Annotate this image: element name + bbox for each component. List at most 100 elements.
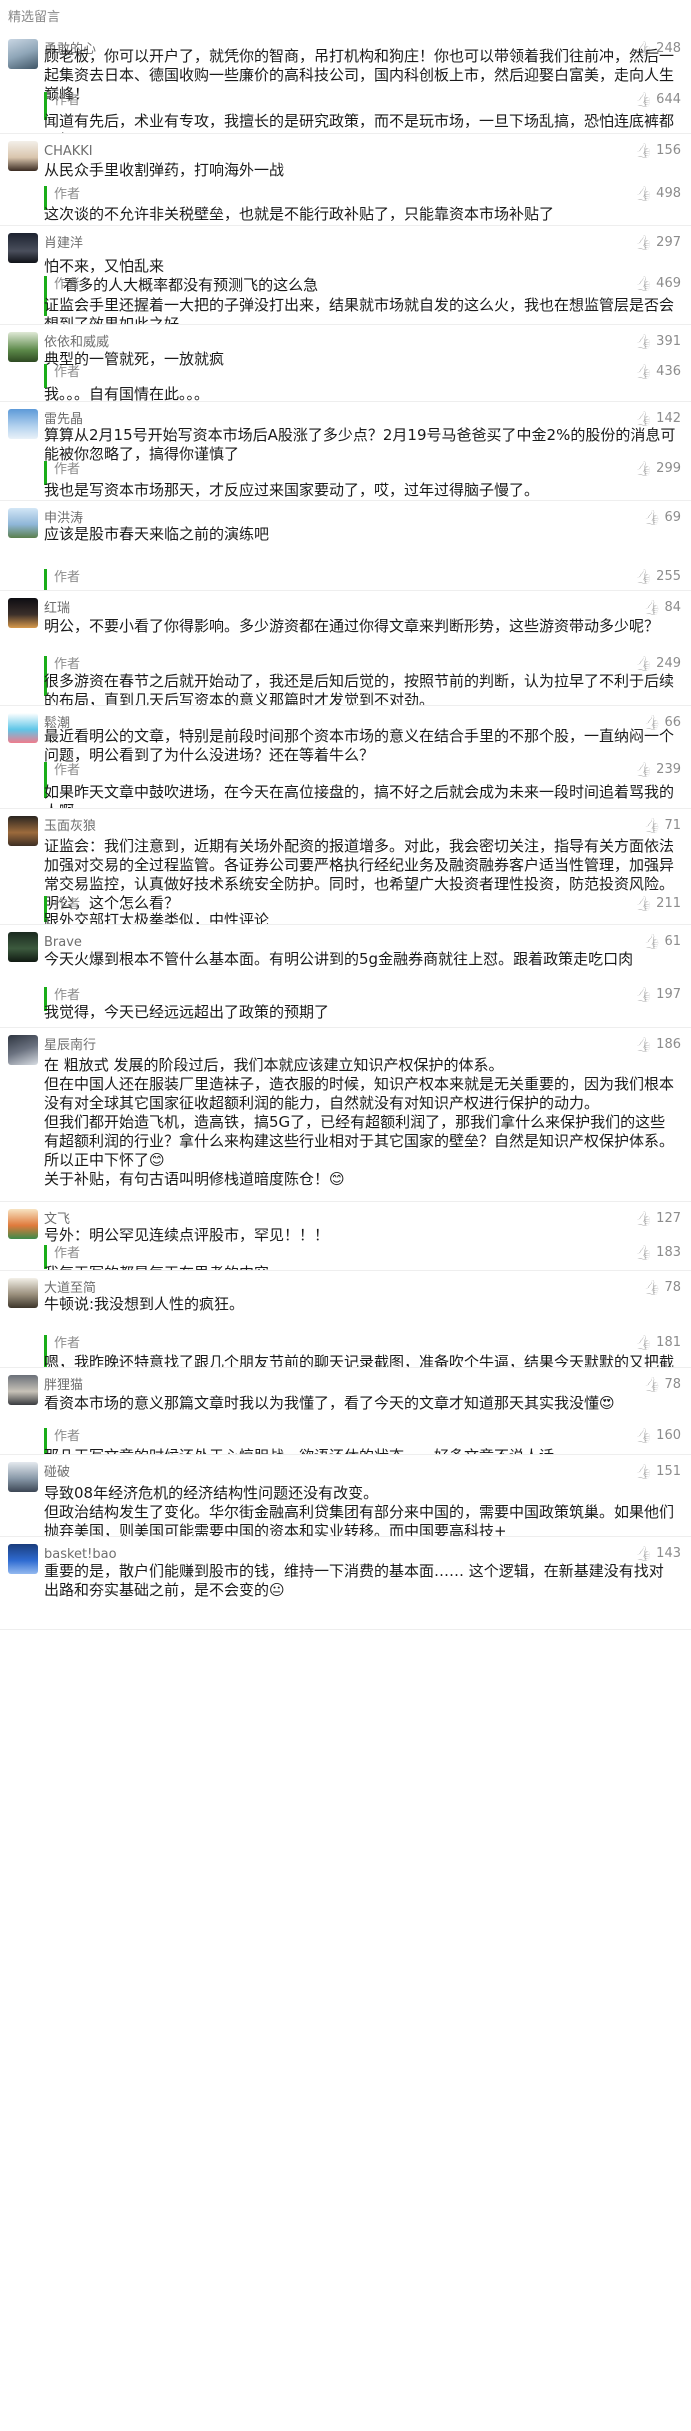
reply-like-button[interactable]: 👍 183 xyxy=(635,1245,681,1260)
comment-nickname[interactable]: basket!bao xyxy=(44,1547,117,1563)
comment-like-button[interactable]: 👍 156 xyxy=(635,143,681,158)
thumbs-up-icon: 👍 xyxy=(634,761,653,778)
comment-like-button[interactable]: 👍 297 xyxy=(635,235,681,250)
reply-like-button[interactable]: 👍 436 xyxy=(635,364,681,379)
reply-like-button[interactable]: 👍 469 xyxy=(635,276,681,291)
avatar[interactable] xyxy=(8,39,38,69)
comment-like-button[interactable]: 👍 84 xyxy=(643,600,681,615)
comment-like-button[interactable]: 👍 69 xyxy=(643,510,681,525)
reply-text: 很多游资在春节之后就开始动了，我还是后知后觉的，按照节前的判断，认为拉早了不利于… xyxy=(44,672,675,706)
avatar[interactable] xyxy=(8,332,38,362)
avatar[interactable] xyxy=(8,1544,38,1574)
comment-like-button[interactable]: 👍 71 xyxy=(643,818,681,833)
comment-nickname[interactable]: 肖建洋 xyxy=(44,236,83,252)
comment-like-count: 151 xyxy=(656,1464,681,1479)
comment-nickname[interactable]: 星辰南行 xyxy=(44,1038,96,1054)
comment-item: 碰破 👍 151 导致08年经济危机的经济结构性问题还没有改变。 但政治结构发生了变化… xyxy=(0,1455,691,1537)
thumbs-up-icon: 👍 xyxy=(634,655,653,672)
avatar[interactable] xyxy=(8,508,38,538)
comment-text: 从民众手里收割弹药，打响海外一战 xyxy=(44,161,285,179)
reply-author-label: 作者 xyxy=(54,462,81,477)
comment-like-count: 78 xyxy=(664,1377,681,1392)
comment-item: basket!bao 👍 143 重要的是，散户们能赚到股市的钱，维持一下消费的基本面… xyxy=(0,1537,691,1630)
comment-like-button[interactable]: 👍 143 xyxy=(635,1546,681,1561)
reply-like-count: 299 xyxy=(656,461,681,476)
avatar-image xyxy=(8,1375,38,1405)
comment-nickname[interactable]: 玉面灰狼 xyxy=(44,819,96,835)
comment-like-button[interactable]: 👍 127 xyxy=(635,1211,681,1226)
reply-like-button[interactable]: 👍 181 xyxy=(635,1335,681,1350)
reply-like-button[interactable]: 👍 644 xyxy=(635,92,681,107)
comment-text: 牛顿说:我没想到人性的疯狂。 xyxy=(44,1295,245,1313)
avatar[interactable] xyxy=(8,233,38,263)
reply-author-label: 作者 xyxy=(54,365,81,380)
comment-like-count: 84 xyxy=(664,600,681,615)
avatar-image xyxy=(8,332,38,362)
reply-like-button[interactable]: 👍 249 xyxy=(635,656,681,671)
avatar[interactable] xyxy=(8,141,38,171)
avatar[interactable] xyxy=(8,713,38,743)
reply-like-button[interactable]: 👍 197 xyxy=(635,987,681,1002)
thumbs-up-icon: 👍 xyxy=(643,933,661,950)
reply-author-label: 作者 xyxy=(54,570,81,585)
reply-like-button[interactable]: 👍 160 xyxy=(635,1428,681,1443)
avatar[interactable] xyxy=(8,932,38,962)
section-title: 精选留言 xyxy=(8,10,61,25)
comment-nickname[interactable]: CHAKKI xyxy=(44,144,93,160)
reply-text: 我。。。自有国情在此。。。 xyxy=(44,385,210,402)
reply-like-button[interactable]: 👍 299 xyxy=(635,461,681,476)
reply-like-button[interactable]: 👍 211 xyxy=(635,896,681,911)
avatar[interactable] xyxy=(8,1278,38,1308)
reply-like-button[interactable]: 👍 239 xyxy=(635,762,681,777)
avatar[interactable] xyxy=(8,1035,38,1065)
reply-author-label: 作者 xyxy=(54,187,81,202)
thumbs-up-icon: 👍 xyxy=(634,1545,653,1562)
comment-item: Brave 👍 61 今天火爆到根本不管什么基本面。有明公讲到的5g金融券商就往上怼。… xyxy=(0,925,691,1028)
avatar-image xyxy=(8,39,38,69)
comment-text: 导致08年经济危机的经济结构性问题还没有改变。 但政治结构发生了变化。华尔街金融… xyxy=(44,1484,675,1537)
comment-nickname[interactable]: 红瑞 xyxy=(44,601,70,617)
comment-like-button[interactable]: 👍 142 xyxy=(635,411,681,426)
comment-like-button[interactable]: 👍 78 xyxy=(643,1377,681,1392)
comment-text: 看资本市场的意义那篇文章时我以为我懂了，看了今天的文章才知道那天其实我没懂😍 xyxy=(44,1394,615,1412)
comment-nickname[interactable]: 依依和威威 xyxy=(44,335,109,351)
reply-like-count: 436 xyxy=(656,364,681,379)
avatar[interactable] xyxy=(8,1209,38,1239)
reply-like-button[interactable]: 👍 255 xyxy=(635,569,681,584)
reply-like-count: 644 xyxy=(656,92,681,107)
avatar[interactable] xyxy=(8,816,38,846)
thumbs-up-icon: 👍 xyxy=(634,1244,653,1261)
comment-like-count: 127 xyxy=(656,1211,681,1226)
avatar-image xyxy=(8,409,38,439)
reply-text: 如果昨天文章中鼓吹进场，在今天在高位接盘的，搞不好之后就会成为未来一段时间追着骂… xyxy=(44,783,675,808)
avatar[interactable] xyxy=(8,1375,38,1405)
avatar[interactable] xyxy=(8,1462,38,1492)
comment-nickname[interactable]: 胖狸猫 xyxy=(44,1378,83,1394)
avatar[interactable] xyxy=(8,598,38,628)
comment-like-button[interactable]: 👍 391 xyxy=(635,334,681,349)
comment-like-button[interactable]: 👍 78 xyxy=(643,1280,681,1295)
comment-nickname[interactable]: 碰破 xyxy=(44,1465,70,1481)
comment-like-button[interactable]: 👍 61 xyxy=(643,934,681,949)
comment-item: 文飞👍127号外：明公罕见连续点评股市，罕见！！！作者👍183我每天写的都是每天… xyxy=(0,1202,691,1271)
reply-text: 我也是写资本市场那天，才反应过来国家要动了，哎，过年过得脑子慢了。 xyxy=(44,481,540,499)
comment-item: 胖狸猫 👍 78 看资本市场的意义那篇文章时我以为我懂了，看了今天的文章才知道那天其实… xyxy=(0,1368,691,1455)
reply-author-label: 作者 xyxy=(54,1429,81,1444)
comment-like-button[interactable]: 👍 151 xyxy=(635,1464,681,1479)
reply-like-button[interactable]: 👍 498 xyxy=(635,186,681,201)
thumbs-up-icon: 👍 xyxy=(634,1210,653,1227)
avatar[interactable] xyxy=(8,409,38,439)
comment-text: 怕不来，又怕乱来 看多的人大概率都没有预测飞的这么急 xyxy=(44,257,319,294)
comment-item: 鬆潮 👍 66 最近看明公的文章，特别是前段时间那个资本市场的意义在结合手里的不那个股… xyxy=(0,706,691,809)
comment-list: 勇敢的心 👍 248 顾老板，你可以开户了，就凭你的智商，吊打机构和狗庄！你也可以带领… xyxy=(0,32,691,1630)
comment-item: 勇敢的心 👍 248 顾老板，你可以开户了，就凭你的智商，吊打机构和狗庄！你也可以带领… xyxy=(0,32,691,134)
comment-like-button[interactable]: 👍 186 xyxy=(635,1037,681,1052)
comment-nickname[interactable]: Brave xyxy=(44,935,82,951)
thumbs-up-icon: 👍 xyxy=(634,568,653,585)
thumbs-up-icon: 👍 xyxy=(634,1427,653,1444)
comment-text: 应该是股市春天来临之前的演练吧 xyxy=(44,525,270,543)
avatar-image xyxy=(8,1278,38,1308)
comment-like-count: 61 xyxy=(664,934,681,949)
reply-author-label: 作者 xyxy=(54,1336,81,1351)
reply-author-label: 作者 xyxy=(54,657,81,672)
